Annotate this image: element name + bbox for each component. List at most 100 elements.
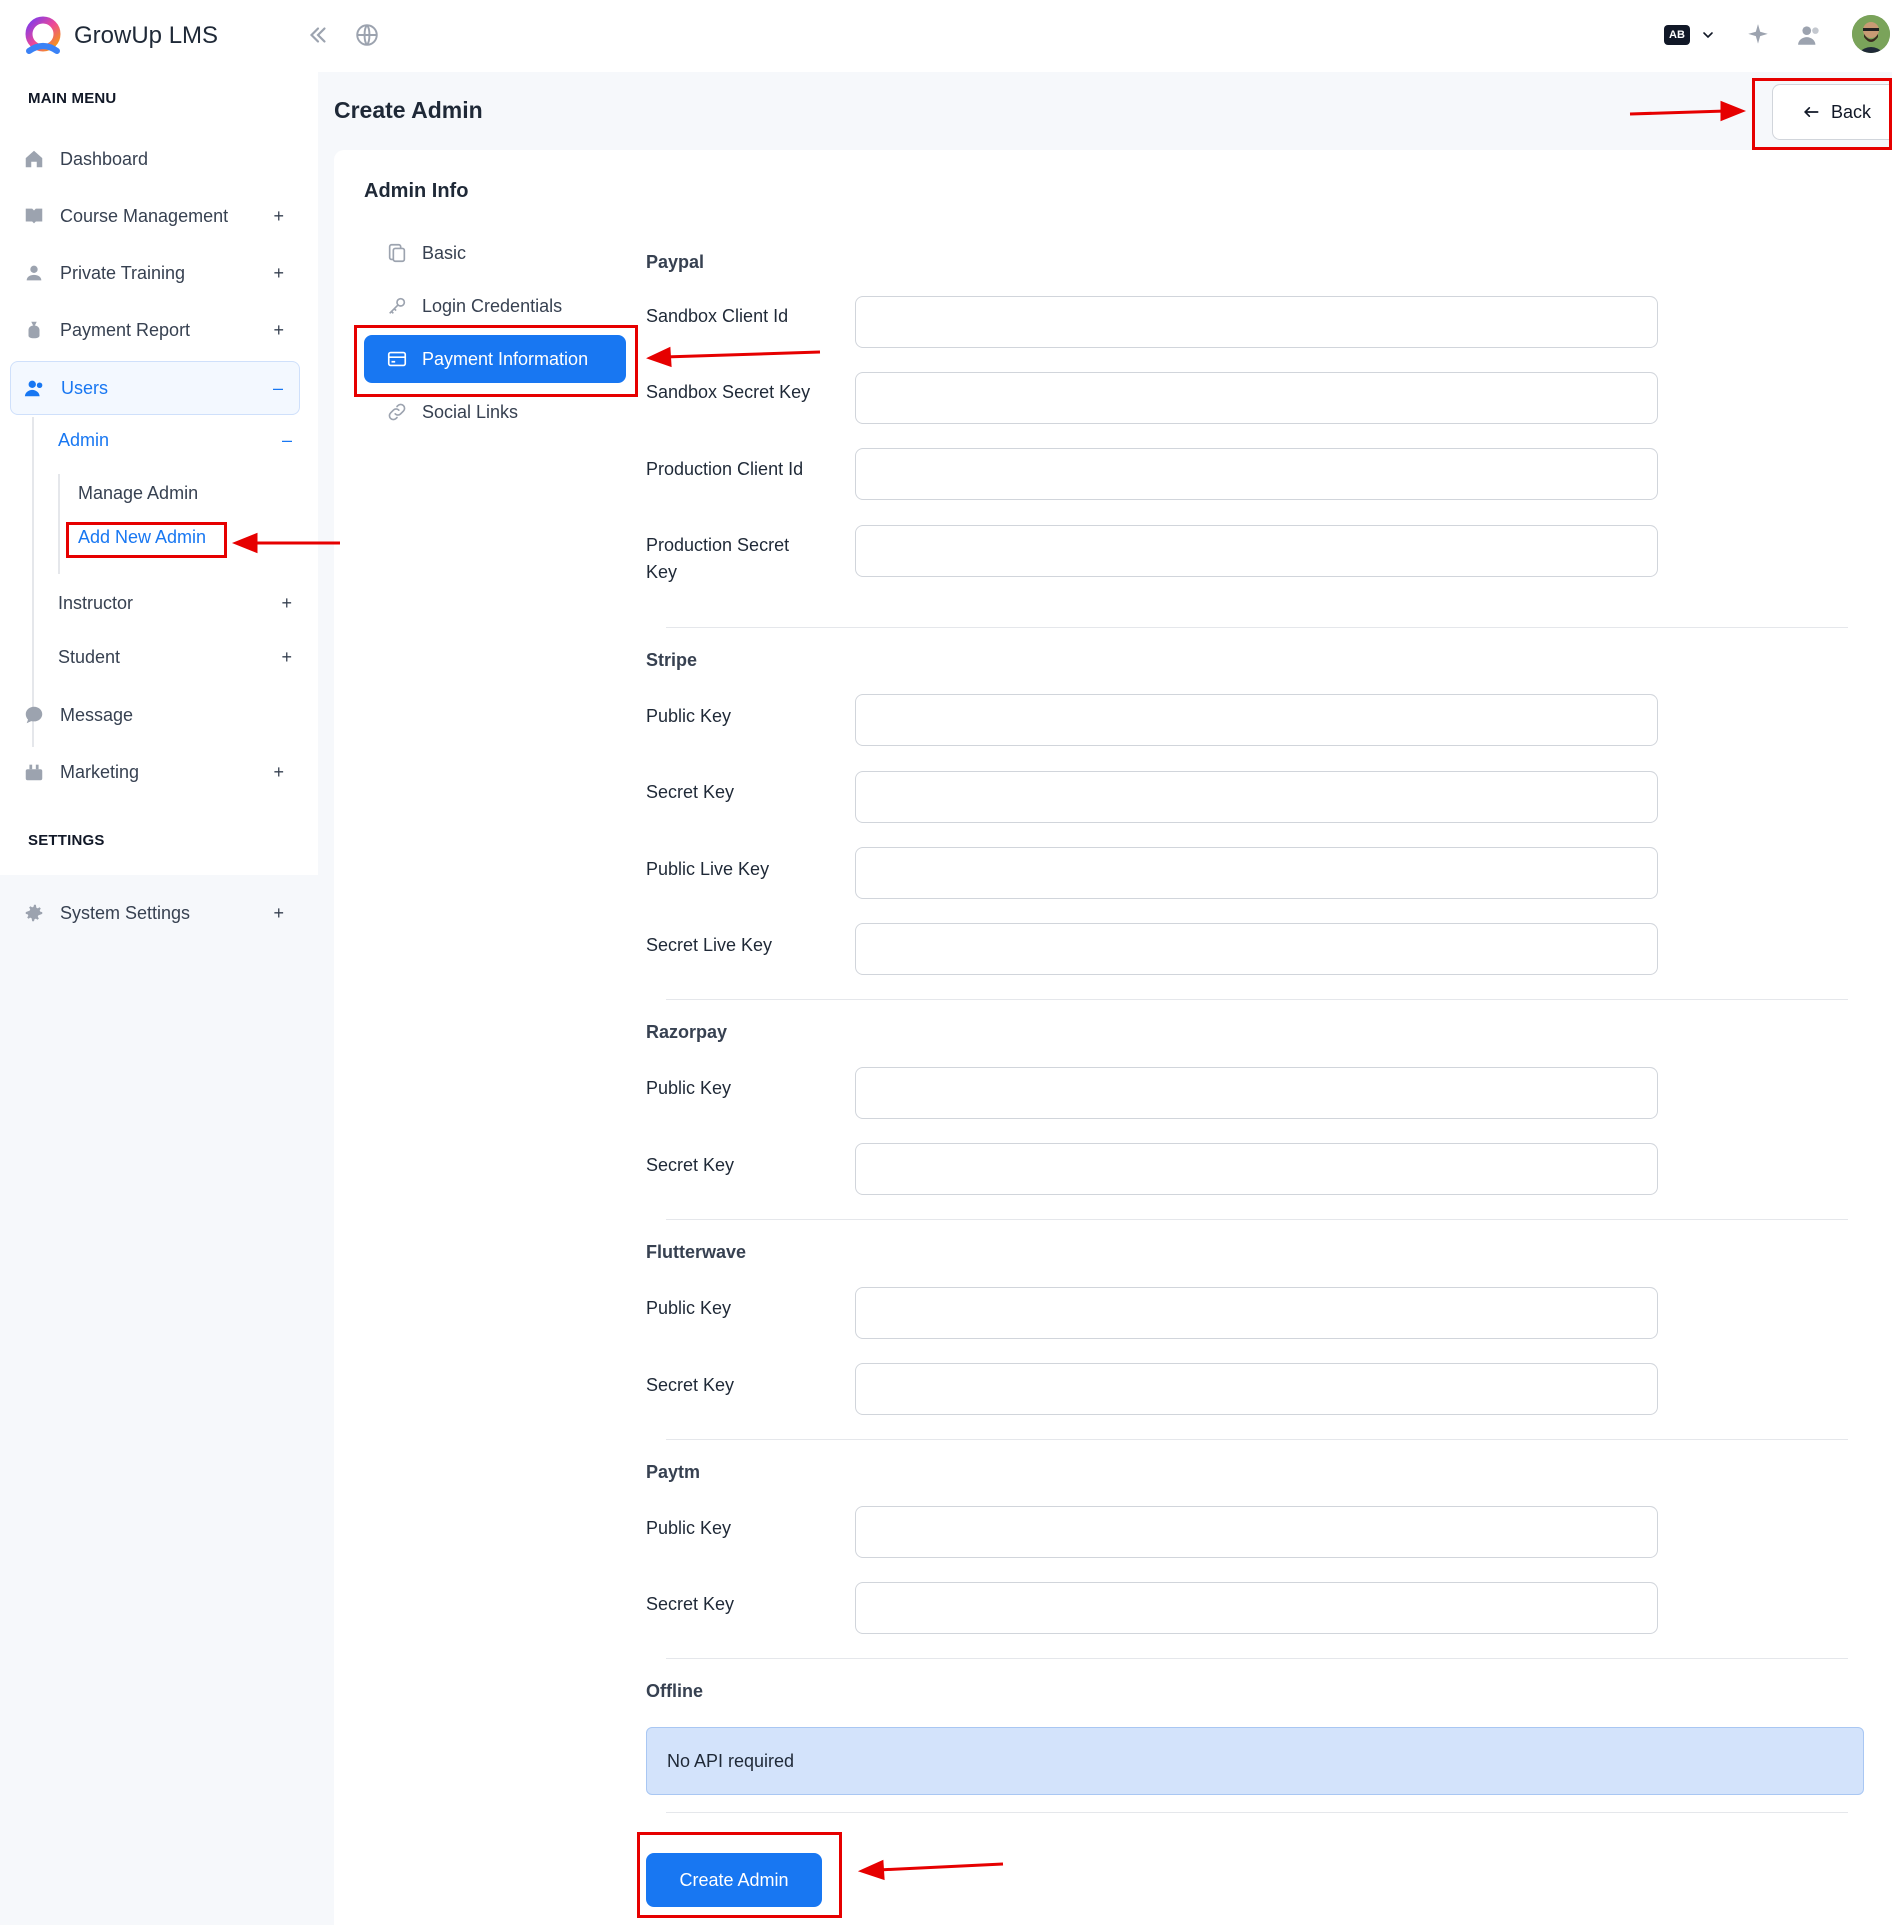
stripe-secret-live-key-input[interactable]: [855, 923, 1658, 975]
sidebar: MAIN MENU Dashboard Course Management + …: [0, 72, 318, 1925]
stripe-secret-key-input[interactable]: [855, 771, 1658, 823]
user-photo-icon: [1852, 15, 1890, 53]
settings-heading: SETTINGS: [28, 832, 105, 849]
expand-icon: +: [273, 319, 284, 340]
section-divider: [666, 1812, 1848, 1813]
sidebar-item-marketing[interactable]: Marketing +: [10, 745, 300, 799]
field-label: Public Live Key: [646, 859, 770, 879]
paypal-production-client-id-input[interactable]: [855, 448, 1658, 500]
sidebar-subitem-label: Admin: [58, 429, 110, 450]
section-divider: [666, 1439, 1848, 1440]
section-divider: [666, 999, 1848, 1000]
copy-icon: [384, 240, 410, 266]
tab-social-links[interactable]: Social Links: [364, 388, 626, 436]
create-admin-button[interactable]: Create Admin: [646, 1853, 822, 1907]
marketing-icon: [22, 760, 46, 784]
expand-icon: +: [273, 761, 284, 782]
sidebar-subitem-admin[interactable]: Admin –: [58, 418, 298, 462]
tab-label: Social Links: [422, 401, 519, 422]
submenu-guide-line: [58, 474, 60, 574]
field-label: Secret Key: [646, 1155, 735, 1175]
book-icon: [22, 204, 46, 228]
sidebar-item-payment-report[interactable]: Payment Report +: [10, 303, 300, 357]
sidebar-item-label: Marketing: [60, 761, 140, 782]
flutterwave-public-key-input[interactable]: [855, 1287, 1658, 1339]
arrow-left-icon: [1803, 107, 1819, 117]
translate-icon: AB: [1664, 25, 1690, 45]
brand-name: GrowUp LMS: [74, 22, 219, 49]
back-button[interactable]: Back: [1772, 84, 1892, 140]
stripe-public-live-key-input[interactable]: [855, 847, 1658, 899]
sidebar-item-system-settings[interactable]: System Settings +: [10, 886, 300, 940]
avatar[interactable]: [1852, 15, 1890, 53]
paytm-public-key-input[interactable]: [855, 1506, 1658, 1558]
paypal-production-secret-key-input[interactable]: [855, 525, 1658, 577]
sidebar-item-message[interactable]: Message: [10, 688, 300, 742]
message-icon: [22, 703, 46, 727]
back-button-label: Back: [1831, 101, 1872, 122]
collapse-icon: –: [281, 429, 292, 450]
sidebar-subitem-label: Instructor: [58, 592, 134, 613]
brand[interactable]: GrowUp LMS: [20, 12, 218, 60]
brand-logo-icon: [25, 16, 61, 54]
sparkle-icon[interactable]: [1743, 20, 1773, 50]
stripe-heading: Stripe: [646, 650, 698, 670]
link-icon: [384, 399, 410, 425]
field-label: Secret Key: [646, 1594, 735, 1614]
sidebar-subitem-instructor[interactable]: Instructor +: [58, 581, 298, 625]
field-label: Public Key: [646, 706, 732, 726]
sidebar-item-label: Payment Report: [60, 319, 191, 340]
field-label: Sandbox Secret Key: [646, 382, 811, 402]
globe-icon[interactable]: [352, 20, 382, 50]
razorpay-secret-key-input[interactable]: [855, 1143, 1658, 1195]
credit-card-icon: [384, 346, 410, 372]
users-icon[interactable]: [1795, 20, 1825, 50]
offline-info-alert: No API required: [646, 1727, 1864, 1795]
stripe-public-key-input[interactable]: [855, 694, 1658, 746]
field-label: Sandbox Client Id: [646, 306, 789, 326]
section-divider: [666, 1219, 1848, 1220]
training-icon: [22, 261, 46, 285]
field-label: Secret Key: [646, 782, 735, 802]
home-icon: [22, 147, 46, 171]
sidebar-subitem-student[interactable]: Student +: [58, 635, 298, 679]
tab-payment-information[interactable]: Payment Information: [364, 335, 626, 383]
sidebar-item-label: System Settings: [60, 902, 191, 923]
field-label: Secret Live Key: [646, 935, 773, 955]
top-bar: GrowUp LMS AB: [0, 0, 1892, 72]
paypal-sandbox-secret-key-input[interactable]: [855, 372, 1658, 424]
sidebar-link-manage-admin[interactable]: Manage Admin: [78, 483, 198, 504]
sidebar-item-label: Message: [60, 704, 134, 725]
flutterwave-heading: Flutterwave: [646, 1242, 747, 1262]
tab-login-credentials[interactable]: Login Credentials: [364, 282, 626, 330]
paypal-heading: Paypal: [646, 252, 705, 272]
flutterwave-secret-key-input[interactable]: [855, 1363, 1658, 1415]
razorpay-heading: Razorpay: [646, 1022, 728, 1042]
card-title: Admin Info: [364, 180, 469, 202]
key-icon: [384, 293, 410, 319]
paytm-heading: Paytm: [646, 1462, 701, 1482]
sidebar-link-add-new-admin[interactable]: Add New Admin: [78, 527, 206, 548]
expand-icon: +: [281, 646, 292, 667]
paypal-sandbox-client-id-input[interactable]: [855, 296, 1658, 348]
sidebar-item-course-management[interactable]: Course Management +: [10, 189, 300, 243]
tab-label: Payment Information: [422, 348, 589, 369]
sidebar-item-label: Private Training: [60, 262, 186, 283]
language-switcher[interactable]: AB: [1664, 20, 1716, 50]
sidebar-item-private-training[interactable]: Private Training +: [10, 246, 300, 300]
offline-heading: Offline: [646, 1681, 703, 1701]
razorpay-public-key-input[interactable]: [855, 1067, 1658, 1119]
sidebar-subitem-label: Student: [58, 646, 121, 667]
tab-basic[interactable]: Basic: [364, 229, 626, 277]
collapse-sidebar-icon[interactable]: [303, 20, 333, 50]
expand-icon: +: [281, 592, 292, 613]
sidebar-item-users[interactable]: Users –: [10, 361, 300, 415]
paytm-secret-key-input[interactable]: [855, 1582, 1658, 1634]
expand-icon: +: [273, 205, 284, 226]
sidebar-item-dashboard[interactable]: Dashboard: [10, 132, 300, 186]
gear-icon: [22, 901, 46, 925]
field-label: Production Client Id: [646, 459, 804, 479]
field-label: Public Key: [646, 1518, 732, 1538]
tab-label: Basic: [422, 242, 467, 263]
tab-label: Login Credentials: [422, 295, 563, 316]
